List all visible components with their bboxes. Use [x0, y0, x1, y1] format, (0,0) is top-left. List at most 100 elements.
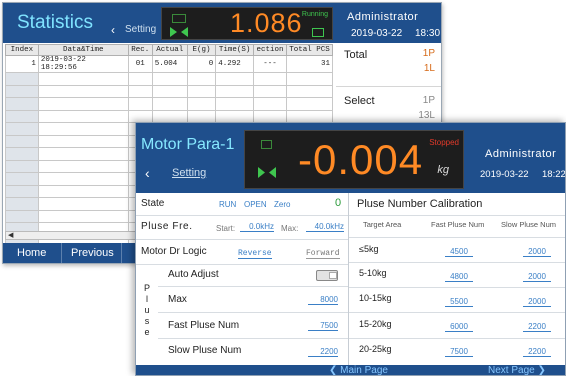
col-total: Total PCS	[285, 44, 334, 56]
footer-divider	[61, 243, 62, 263]
open-indicator: OPEN	[244, 200, 267, 209]
divider	[349, 215, 565, 216]
user-name: Administrator	[485, 148, 557, 160]
statistics-header: Statistics ‹ Setting 1.086 Running Admin…	[3, 3, 441, 43]
table-row[interactable]	[5, 97, 334, 111]
motor-body: State RUN OPEN Zero 0 Pluse Fre. Start: …	[136, 193, 565, 365]
cell: 4.292	[215, 55, 255, 73]
next-page-button[interactable]: Next Page ❯	[488, 365, 546, 375]
max-label: Max	[168, 294, 187, 305]
pulse-group-label: P l u s e	[142, 283, 152, 338]
slow-pulse-input[interactable]: 2000	[523, 297, 551, 307]
total-packs: 1P	[422, 48, 435, 59]
auto-adjust-toggle[interactable]	[316, 270, 338, 281]
cell: 0	[186, 55, 217, 73]
state-label: State	[141, 198, 165, 209]
table-row[interactable]	[5, 109, 334, 123]
footer-divider	[121, 243, 122, 263]
setting-link[interactable]: Setting	[172, 167, 206, 179]
total-block: Total 1P 1L	[336, 43, 441, 87]
calibration-panel: Pluse Number Calibration Target Area Fas…	[348, 193, 565, 365]
slow-pulse-input[interactable]: 2200	[308, 347, 338, 357]
slow-pulse-label: Slow Pluse Num	[168, 345, 242, 356]
status-stopped: Stopped	[429, 138, 459, 147]
table-row[interactable]	[5, 84, 334, 98]
slow-pulse-input[interactable]: 2000	[523, 272, 551, 282]
date-label: 2019-03-22	[480, 169, 529, 180]
reverse-option[interactable]: Reverse	[238, 249, 272, 259]
cell: 31	[285, 55, 334, 73]
motor-footer: ❮ Main Page Next Page ❯	[136, 365, 565, 375]
table-header-row: Index Data&Time Rec. Actual E(g) Time(S)…	[5, 44, 334, 56]
auto-adjust-label: Auto Adjust	[168, 269, 219, 280]
table-row[interactable]	[5, 72, 334, 86]
back-arrow-icon[interactable]: ‹	[111, 23, 115, 37]
pulse-freq-row: Pluse Fre. Start: 0.0kHz Max: 40.0kHz	[136, 216, 348, 240]
max-freq-input[interactable]: 40.0kHz	[306, 222, 344, 232]
date-label: 2019-03-22	[351, 28, 403, 39]
col-error: E(g)	[186, 44, 217, 56]
hopper-icon	[170, 27, 188, 37]
divider	[349, 312, 565, 313]
area-label: 5-10kg	[359, 268, 387, 278]
fast-pulse-input[interactable]: 7500	[445, 347, 473, 357]
divider	[349, 262, 565, 263]
fast-pulse-row: Fast Pluse Num 7500	[158, 313, 348, 339]
motor-icon	[172, 14, 186, 23]
fast-pulse-input[interactable]: 4500	[445, 247, 473, 257]
time-label: 18:22	[542, 169, 566, 180]
cell: ---	[253, 55, 287, 73]
pulse-freq-label: Pluse Fre.	[141, 221, 193, 232]
state-value: 0	[335, 197, 342, 209]
motor-icon	[261, 140, 272, 149]
pulse-letter: e	[144, 327, 150, 337]
pulse-letter: P	[143, 283, 150, 293]
fast-pulse-input[interactable]: 4800	[445, 272, 473, 282]
time-label: 18:30	[415, 28, 441, 39]
fast-pulse-input[interactable]: 7500	[308, 321, 338, 331]
motor-parameters-panel: State RUN OPEN Zero 0 Pluse Fre. Start: …	[136, 193, 348, 365]
target-area-header: Target Area	[363, 220, 402, 229]
toggle-knob	[329, 272, 337, 279]
fast-pulse-input[interactable]: 5500	[445, 297, 473, 307]
slow-pulse-input[interactable]: 2200	[523, 322, 551, 332]
home-button[interactable]: Home	[17, 247, 46, 259]
col-section: ection	[253, 44, 287, 56]
max-input[interactable]: 8000	[308, 295, 338, 305]
col-actual: Actual	[151, 44, 188, 56]
total-label: Total	[344, 49, 368, 61]
area-label: ≤5kg	[359, 244, 379, 254]
col-datetime: Data&Time	[37, 44, 129, 56]
slow-pulse-input[interactable]: 2200	[523, 347, 551, 357]
previous-button[interactable]: Previous	[71, 247, 114, 259]
screen: Statistics ‹ Setting 1.086 Running Admin…	[0, 0, 566, 376]
user-name: Administrator	[347, 11, 419, 23]
select-label: Select	[344, 95, 375, 107]
table-row[interactable]: 1 2019-03-22 18:29:56 01 5.004 0 4.292 -…	[5, 55, 334, 73]
select-packs: 1P	[422, 95, 435, 106]
max-freq-label: Max:	[281, 224, 299, 233]
area-label: 20-25kg	[359, 344, 392, 354]
weight-unit: kg	[437, 164, 449, 176]
main-page-button[interactable]: ❮ Main Page	[329, 365, 388, 375]
status-running: Running	[301, 11, 328, 18]
weight-value: -0.004	[298, 136, 424, 183]
setting-link[interactable]: Setting	[125, 24, 156, 35]
forward-option[interactable]: Forward	[306, 249, 340, 259]
weight-display: -0.004 Stopped kg	[244, 130, 464, 189]
slow-pulse-input[interactable]: 2000	[523, 247, 551, 257]
hopper-icon	[258, 167, 276, 178]
col-time: Time(S)	[215, 44, 255, 56]
back-arrow-icon[interactable]: ‹	[145, 165, 150, 181]
slow-pulse-row: Slow Pluse Num 2200	[158, 339, 348, 365]
cell: 5.004	[151, 55, 188, 73]
fast-pulse-input[interactable]: 6000	[445, 322, 473, 332]
motor-logic-row: Motor Dr Logic Reverse Forward	[136, 240, 348, 265]
start-freq-input[interactable]: 0.0kHz	[240, 222, 274, 232]
start-label: Start:	[216, 224, 236, 233]
total-lots: 1L	[423, 63, 435, 74]
pulse-letter: u	[144, 305, 150, 315]
motor-title: Motor Para-1	[141, 136, 235, 153]
printer-icon	[312, 28, 324, 37]
scroll-left-icon[interactable]: ◀	[8, 231, 13, 239]
